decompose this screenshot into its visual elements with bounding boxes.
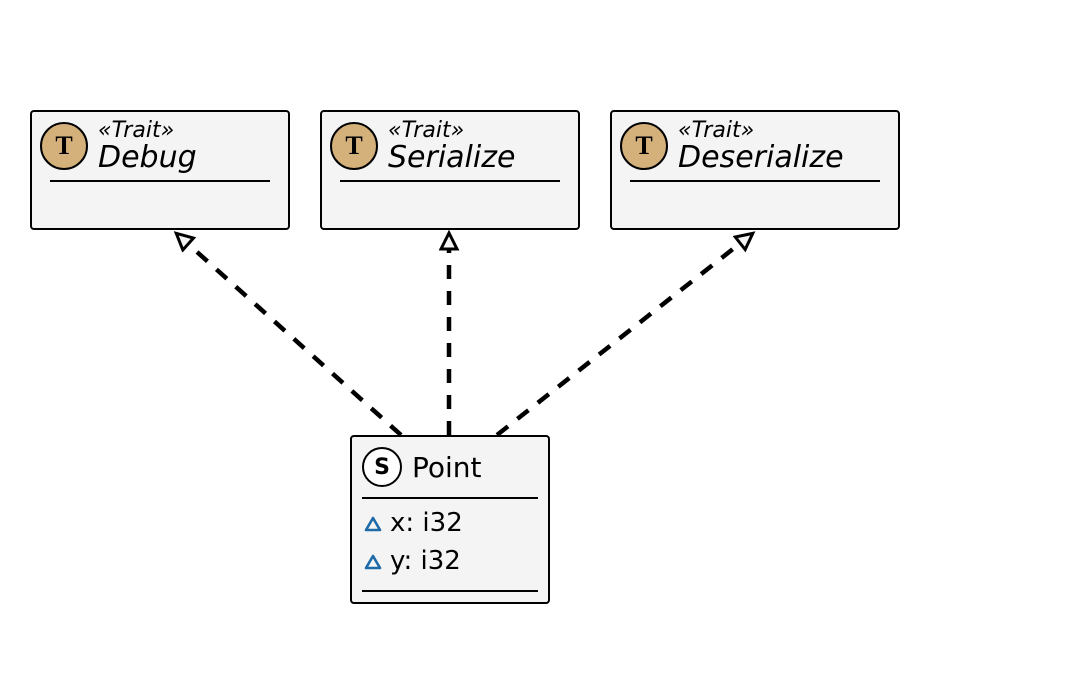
trait-badge-icon: T — [330, 122, 378, 170]
field-type: i32 — [421, 546, 461, 576]
field-type: i32 — [422, 508, 462, 538]
trait-name: Debug — [98, 142, 197, 174]
struct-header: S Point — [352, 437, 548, 497]
struct-field: y: i32 — [364, 543, 538, 581]
trait-badge-letter: T — [345, 131, 362, 161]
struct-badge-letter: S — [374, 455, 390, 480]
field-name: x — [390, 508, 405, 538]
trait-badge-icon: T — [40, 122, 88, 170]
trait-name: Serialize — [388, 142, 515, 174]
realization-to-deserialize — [497, 234, 752, 435]
struct-badge-icon: S — [362, 447, 402, 487]
diagram-canvas: T «Trait» Debug T «Trait» Serialize T — [0, 0, 1080, 688]
struct-field: x: i32 — [364, 505, 538, 543]
trait-serialize-header: T «Trait» Serialize — [322, 112, 578, 180]
divider — [50, 180, 270, 182]
trait-badge-letter: T — [635, 131, 652, 161]
trait-name: Deserialize — [678, 142, 844, 174]
struct-field-list: x: i32 y: i32 — [352, 499, 548, 590]
trait-debug: T «Trait» Debug — [30, 110, 290, 230]
trait-stereotype: «Trait» — [678, 119, 844, 142]
trait-badge-icon: T — [620, 122, 668, 170]
trait-deserialize-header: T «Trait» Deserialize — [612, 112, 898, 180]
trait-stereotype: «Trait» — [98, 119, 197, 142]
divider — [340, 180, 560, 182]
trait-badge-letter: T — [55, 131, 72, 161]
field-text: y: i32 — [390, 543, 461, 581]
struct-name: Point — [412, 451, 482, 484]
public-field-marker-icon — [364, 554, 382, 570]
trait-debug-header: T «Trait» Debug — [32, 112, 288, 180]
public-field-marker-icon — [364, 516, 382, 532]
field-text: x: i32 — [390, 505, 463, 543]
struct-point: S Point x: i32 y: i32 — [350, 435, 550, 604]
trait-stereotype: «Trait» — [388, 119, 515, 142]
field-name: y — [390, 546, 404, 576]
trait-deserialize: T «Trait» Deserialize — [610, 110, 900, 230]
realization-to-debug — [177, 234, 401, 435]
divider — [630, 180, 880, 182]
trait-serialize: T «Trait» Serialize — [320, 110, 580, 230]
